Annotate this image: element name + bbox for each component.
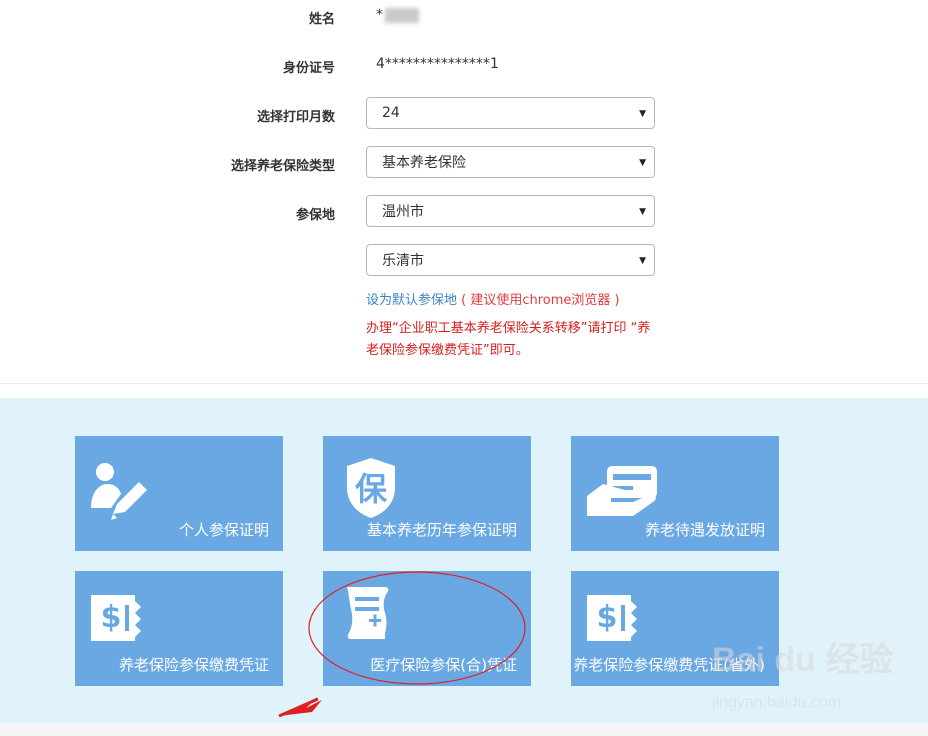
name-prefix: * xyxy=(376,7,383,23)
watermark-brand: Bai du 经验 xyxy=(712,641,894,679)
months-selected: 24 xyxy=(382,105,400,121)
certificate-form: 姓名 * 身份证号 4***************1 选择打印月数 24 ▼ … xyxy=(0,0,928,383)
divider xyxy=(0,383,928,384)
person-edit-icon xyxy=(91,463,147,520)
name-label: 姓名 xyxy=(308,12,335,27)
location-label: 参保地 xyxy=(295,208,335,223)
months-select[interactable]: 24 ▼ xyxy=(366,97,655,129)
watermark: Bai du 经验 jingyan.baidu.com xyxy=(712,632,912,722)
city-selected: 温州市 xyxy=(382,204,424,220)
tile-label: 养老待遇发放证明 xyxy=(644,521,765,539)
tile-pension-payment[interactable]: 养老待遇发放证明 xyxy=(571,436,779,551)
set-default-link[interactable]: 设为默认参保地 xyxy=(366,293,457,308)
tile-label: 基本养老历年参保证明 xyxy=(366,521,517,539)
shield-char: 保 xyxy=(355,470,388,508)
insurance-type-label: 选择养老保险类型 xyxy=(230,159,335,174)
tile-pension-history[interactable]: 保 基本养老历年参保证明 xyxy=(323,436,531,551)
default-location-row: 设为默认参保地 ( 建议使用chrome浏览器 ) xyxy=(366,289,620,308)
shield-bao-icon: 保 xyxy=(347,458,395,518)
svg-text:$: $ xyxy=(597,600,618,635)
chevron-down-icon: ▼ xyxy=(639,207,646,217)
browser-hint: ( 建议使用chrome浏览器 ) xyxy=(461,293,620,308)
card-hand-icon xyxy=(587,466,657,516)
tile-personal-certificate[interactable]: 个人参保证明 xyxy=(75,436,283,551)
months-label: 选择打印月数 xyxy=(256,110,335,125)
dollar-receipt-icon: $ xyxy=(91,595,141,641)
svg-text:$: $ xyxy=(101,600,122,635)
watermark-url: jingyan.baidu.com xyxy=(712,694,841,711)
name-value: * xyxy=(376,7,419,23)
district-selected: 乐清市 xyxy=(382,253,424,269)
name-blurred xyxy=(385,7,419,23)
chevron-down-icon: ▼ xyxy=(639,256,646,266)
insurance-type-selected: 基本养老保险 xyxy=(382,155,466,171)
insurance-type-select[interactable]: 基本养老保险 ▼ xyxy=(366,146,655,178)
tile-label: 个人参保证明 xyxy=(178,521,269,539)
id-value: 4***************1 xyxy=(376,56,499,72)
medical-document-icon xyxy=(347,587,389,639)
tile-pension-voucher[interactable]: $ 养老保险参保缴费凭证 xyxy=(75,571,283,686)
tile-label: 养老保险参保缴费凭证 xyxy=(118,656,269,674)
transfer-notice: 办理“企业职工基本养老保险关系转移”请打印 “养老保险参保缴费凭证”即可。 xyxy=(366,321,651,358)
id-label: 身份证号 xyxy=(282,61,335,76)
chevron-down-icon: ▼ xyxy=(639,158,646,168)
footer-strip xyxy=(0,723,928,736)
district-select[interactable]: 乐清市 ▼ xyxy=(366,244,655,276)
city-select[interactable]: 温州市 ▼ xyxy=(366,195,655,227)
dollar-receipt-icon: $ xyxy=(587,595,637,641)
tile-label: 医疗保险参保(合)凭证 xyxy=(370,656,517,674)
chevron-down-icon: ▼ xyxy=(639,109,646,119)
tile-medical-voucher[interactable]: 医疗保险参保(合)凭证 xyxy=(323,571,531,686)
